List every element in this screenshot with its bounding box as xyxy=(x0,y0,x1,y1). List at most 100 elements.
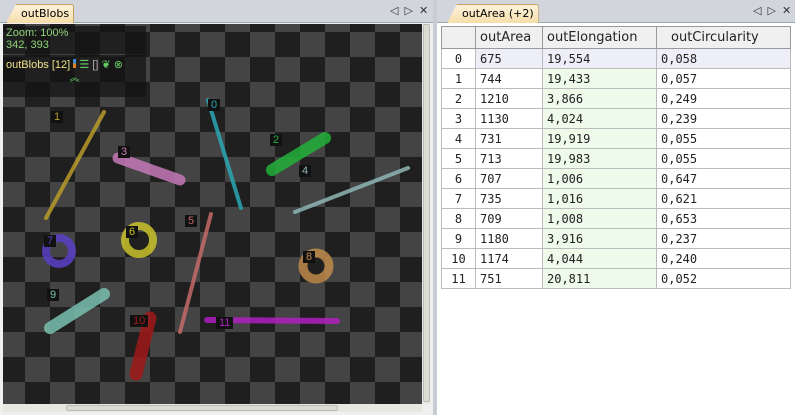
image-view[interactable]: 0 1 2 3 4 5 6 7 8 9 10 11 Zoom: 100% 342, 393 outBl… xyxy=(3,24,422,404)
row-index[interactable]: 11 xyxy=(441,268,476,289)
cell-outcircularity[interactable]: 0,239 xyxy=(656,108,791,129)
cell-outelongation[interactable]: 19,919 xyxy=(542,128,657,149)
tab-outarea[interactable]: outArea (+2) xyxy=(447,4,539,23)
row-index[interactable]: 5 xyxy=(441,148,476,169)
row-index[interactable]: 8 xyxy=(441,208,476,229)
cell-outelongation[interactable]: 3,916 xyxy=(542,228,657,249)
table-row[interactable]: 2 1210 3,866 0,249 xyxy=(441,88,791,109)
close-button[interactable]: ✕ xyxy=(782,4,791,17)
tab-bar: outBlobs ◁ ▷ ✕ xyxy=(0,0,433,23)
cell-outarea[interactable]: 707 xyxy=(475,168,543,189)
blob-label: 6 xyxy=(126,226,139,238)
cell-outcircularity[interactable]: 0,621 xyxy=(656,188,791,209)
cell-outcircularity[interactable]: 0,052 xyxy=(656,268,791,289)
cell-outarea[interactable]: 1130 xyxy=(475,108,543,129)
column-header-outcircularity[interactable]: outCircularity xyxy=(656,26,791,49)
row-index[interactable]: 1 xyxy=(441,68,476,89)
cell-outelongation[interactable]: 3,866 xyxy=(542,88,657,109)
cell-outarea[interactable]: 675 xyxy=(475,48,543,69)
cell-outelongation[interactable]: 1,008 xyxy=(542,208,657,229)
row-index[interactable]: 4 xyxy=(441,128,476,149)
column-header-index[interactable] xyxy=(441,26,476,49)
table-row[interactable]: 3 1130 4,024 0,239 xyxy=(441,108,791,129)
list-icon[interactable]: ☰ xyxy=(79,59,89,71)
zoom-info: Zoom: 100% 342, 393 xyxy=(3,26,146,54)
cell-outarea[interactable]: 731 xyxy=(475,128,543,149)
close-circle-icon[interactable]: ⊗ xyxy=(114,59,123,71)
row-index[interactable]: 10 xyxy=(441,248,476,269)
table-row[interactable]: 1 744 19,433 0,057 xyxy=(441,68,791,89)
vertical-scrollbar[interactable] xyxy=(422,24,430,404)
horizontal-scrollbar[interactable] xyxy=(3,404,422,412)
close-button[interactable]: ✕ xyxy=(419,4,428,17)
table-row[interactable]: 4 731 19,919 0,055 xyxy=(441,128,791,149)
blob-label: 7 xyxy=(44,235,57,247)
bracket-icon[interactable]: [] xyxy=(92,59,98,71)
cell-outcircularity[interactable]: 0,055 xyxy=(656,148,791,169)
cell-outcircularity[interactable]: 0,058 xyxy=(656,48,791,69)
blob-label: 0 xyxy=(208,99,221,111)
cell-outelongation[interactable]: 4,044 xyxy=(542,248,657,269)
cell-outarea[interactable]: 713 xyxy=(475,148,543,169)
cell-outcircularity[interactable]: 0,240 xyxy=(656,248,791,269)
next-tab-button[interactable]: ▷ xyxy=(767,4,775,17)
blob-4[interactable] xyxy=(293,166,410,214)
blob-1[interactable] xyxy=(44,110,106,220)
zoom-level: Zoom: 100% xyxy=(6,27,69,39)
table-row[interactable]: 5 713 19,983 0,055 xyxy=(441,148,791,169)
cell-outelongation[interactable]: 19,554 xyxy=(542,48,657,69)
next-tab-button[interactable]: ▷ xyxy=(404,4,412,17)
leaf-icon[interactable]: ❦ xyxy=(101,59,110,71)
tab-outblobs[interactable]: outBlobs xyxy=(6,4,75,23)
cell-outcircularity[interactable]: 0,055 xyxy=(656,128,791,149)
table-row[interactable]: 10 1174 4,044 0,240 xyxy=(441,248,791,269)
cell-outcircularity[interactable]: 0,647 xyxy=(656,168,791,189)
collapse-chevron-icon[interactable]: ︽ xyxy=(6,74,143,84)
cell-outarea[interactable]: 735 xyxy=(475,188,543,209)
cell-outelongation[interactable]: 1,016 xyxy=(542,188,657,209)
table-row[interactable]: 0 675 19,554 0,058 xyxy=(441,48,791,69)
blob-3[interactable] xyxy=(112,152,186,186)
row-index[interactable]: 6 xyxy=(441,168,476,189)
prev-tab-button[interactable]: ◁ xyxy=(753,4,761,17)
color-icon[interactable] xyxy=(73,59,77,68)
cell-outelongation[interactable]: 20,811 xyxy=(542,268,657,289)
blob-5[interactable] xyxy=(178,212,213,334)
table-row[interactable]: 11 751 20,811 0,052 xyxy=(441,268,791,289)
cell-outcircularity[interactable]: 0,249 xyxy=(656,88,791,109)
row-index[interactable]: 2 xyxy=(441,88,476,109)
cell-outelongation[interactable]: 19,983 xyxy=(542,148,657,169)
blobs-panel: outBlobs ◁ ▷ ✕ 0 1 2 3 4 5 6 7 8 9 10 11 Zoom: 100% 3… xyxy=(0,0,433,415)
table-row[interactable]: 9 1180 3,916 0,237 xyxy=(441,228,791,249)
cell-outelongation[interactable]: 19,433 xyxy=(542,68,657,89)
cell-outarea[interactable]: 751 xyxy=(475,268,543,289)
cell-outarea[interactable]: 744 xyxy=(475,68,543,89)
cell-outarea[interactable]: 1180 xyxy=(475,228,543,249)
row-index[interactable]: 3 xyxy=(441,108,476,129)
cell-outarea[interactable]: 1210 xyxy=(475,88,543,109)
row-index[interactable]: 9 xyxy=(441,228,476,249)
blobs-name: outBlobs xyxy=(6,59,49,71)
blob-label: 11 xyxy=(216,317,234,329)
blob-label: 2 xyxy=(270,134,283,146)
table-row[interactable]: 8 709 1,008 0,653 xyxy=(441,208,791,229)
cell-outcircularity[interactable]: 0,057 xyxy=(656,68,791,89)
cell-outcircularity[interactable]: 0,653 xyxy=(656,208,791,229)
cell-outarea[interactable]: 709 xyxy=(475,208,543,229)
cell-outcircularity[interactable]: 0,237 xyxy=(656,228,791,249)
blob-0[interactable] xyxy=(206,98,243,210)
cursor-coords: 342, 393 xyxy=(6,39,49,51)
cell-outelongation[interactable]: 1,006 xyxy=(542,168,657,189)
blobs-count: [12] xyxy=(51,59,71,71)
cell-outelongation[interactable]: 4,024 xyxy=(542,108,657,129)
blob-label: 8 xyxy=(303,251,316,263)
table-row[interactable]: 6 707 1,006 0,647 xyxy=(441,168,791,189)
row-index[interactable]: 0 xyxy=(441,48,476,69)
column-header-outelongation[interactable]: outElongation xyxy=(542,26,657,49)
cell-outarea[interactable]: 1174 xyxy=(475,248,543,269)
column-header-outarea[interactable]: outArea xyxy=(475,26,543,49)
table-row[interactable]: 7 735 1,016 0,621 xyxy=(441,188,791,209)
prev-tab-button[interactable]: ◁ xyxy=(390,4,398,17)
row-index[interactable]: 7 xyxy=(441,188,476,209)
table-panel: outArea (+2) ◁ ▷ ✕ outArea outElongation o… xyxy=(437,0,795,415)
